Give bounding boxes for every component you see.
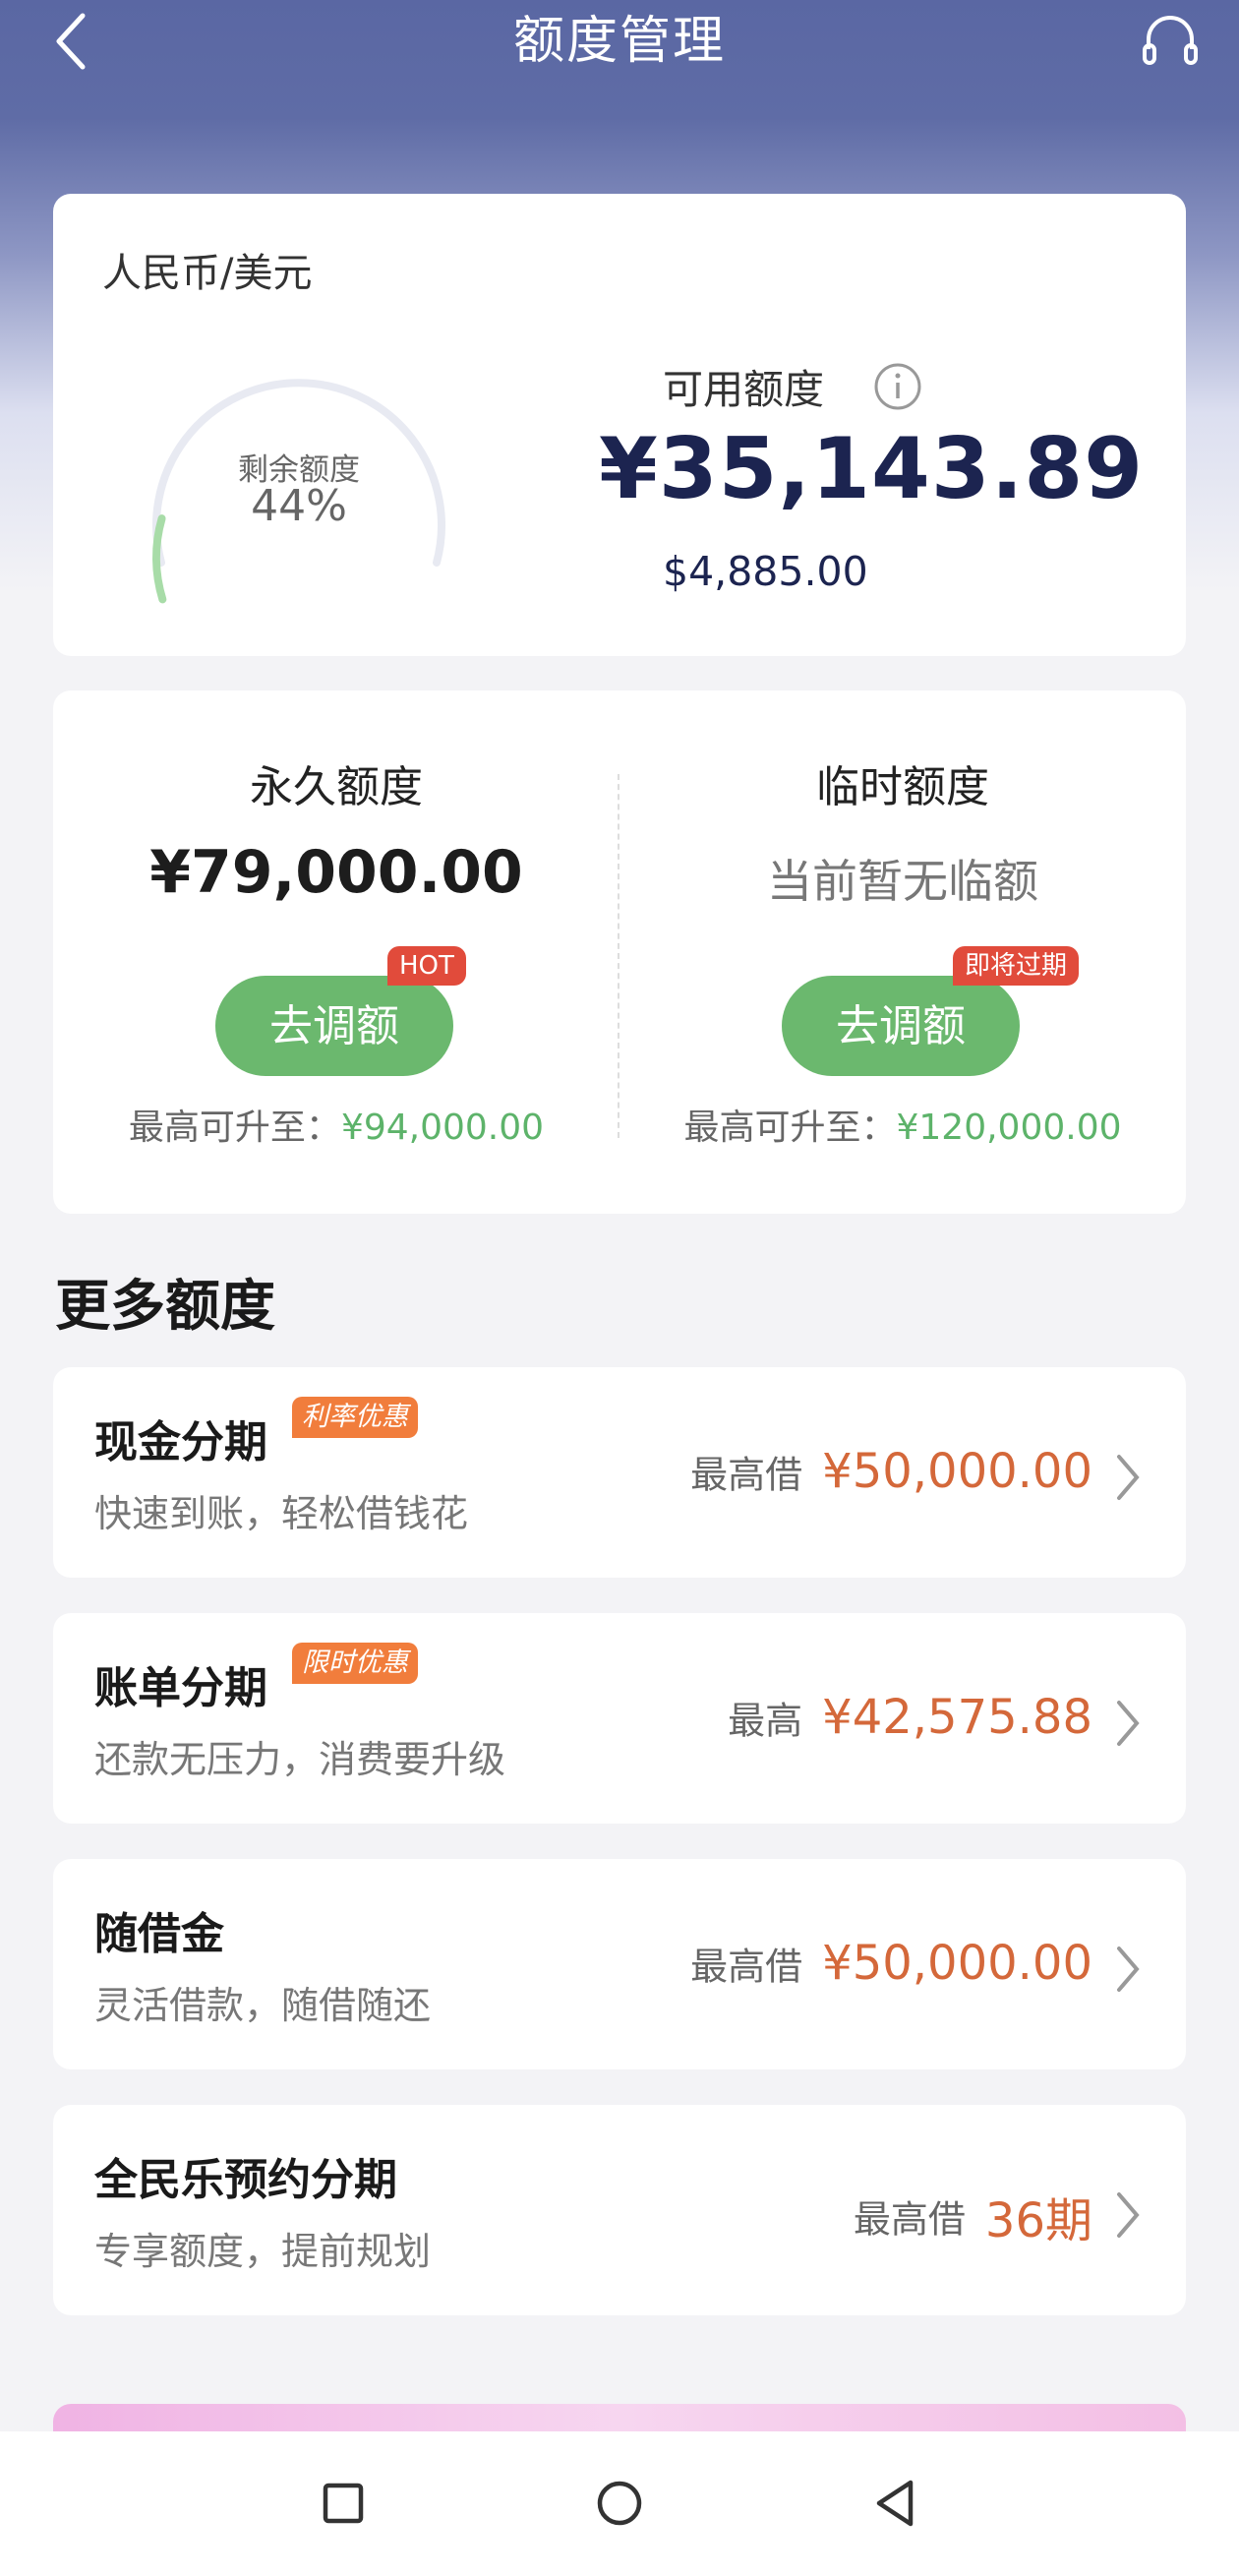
- adjust-permanent-button[interactable]: 去调额: [215, 976, 453, 1076]
- item-limit: 最高借 ¥50,000.00: [690, 1444, 1092, 1499]
- list-item-flexible-loan[interactable]: 随借金 灵活借款，随借随还 最高借 ¥50,000.00: [53, 1859, 1186, 2069]
- headset-icon[interactable]: [1139, 10, 1202, 73]
- permanent-quota-section: 永久额度 ¥79,000.00 去调额 HOT 最高可升至：¥94,000.00: [53, 690, 620, 1214]
- home-icon[interactable]: [585, 2469, 654, 2538]
- item-limit-prefix: 最高借: [853, 2197, 966, 2242]
- item-limit: 最高借 36期: [854, 2182, 1092, 2250]
- item-limit-amount: 36期: [984, 2193, 1092, 2248]
- adjust-temporary-button[interactable]: 去调额: [782, 976, 1020, 1076]
- quota-card: 永久额度 ¥79,000.00 去调额 HOT 最高可升至：¥94,000.00…: [53, 690, 1186, 1214]
- max-prefix: 最高可升至：: [683, 1108, 897, 1148]
- item-desc: 专享额度，提前规划: [94, 2230, 432, 2273]
- more-quota-title: 更多额度: [55, 1275, 275, 1339]
- system-nav-bar: [0, 2431, 1239, 2576]
- item-limit-prefix: 最高借: [690, 1945, 803, 1989]
- temporary-max-value: ¥120,000.00: [896, 1108, 1122, 1148]
- chevron-right-icon: [1117, 1701, 1140, 1746]
- item-name: 账单分期: [94, 1663, 267, 1713]
- item-name: 全民乐预约分期: [94, 2155, 397, 2205]
- item-limit: 最高借 ¥50,000.00: [690, 1936, 1092, 1991]
- back-triangle-icon[interactable]: [861, 2469, 930, 2538]
- item-desc: 灵活借款，随借随还: [94, 1984, 432, 2027]
- max-prefix: 最高可升至：: [128, 1108, 341, 1148]
- temporary-max-line: 最高可升至：¥120,000.00: [620, 1099, 1186, 1150]
- chevron-right-icon: [1117, 1947, 1140, 1992]
- list-item-cash-installment[interactable]: 现金分期 利率优惠 快速到账，轻松借钱花 最高借 ¥50,000.00: [53, 1367, 1186, 1578]
- item-limit-prefix: 最高: [728, 1699, 803, 1743]
- item-name: 现金分期: [94, 1417, 267, 1468]
- temporary-quota-section: 临时额度 当前暂无临额 去调额 最高可升至：¥120,000.00: [620, 690, 1186, 1214]
- temporary-quota-value: 当前暂无临额: [767, 855, 1038, 908]
- gauge-percent: 44%: [251, 481, 347, 531]
- permanent-quota-title: 永久额度: [250, 762, 423, 812]
- available-amount-cny: ¥35,143.89: [599, 420, 1145, 518]
- chevron-right-icon: [1117, 2192, 1140, 2238]
- item-desc: 还款无压力，消费要升级: [94, 1738, 506, 1781]
- top-bar: 额度管理: [0, 0, 1239, 89]
- recent-apps-icon[interactable]: [309, 2469, 378, 2538]
- page-title: 额度管理: [512, 12, 726, 71]
- available-credit-card: 人民币/美元 剩余额度 44% 可用额度 ¥35,143.89 $4,885.0…: [53, 194, 1186, 656]
- item-limit-amount: ¥42,575.88: [822, 1690, 1092, 1745]
- currency-label: 人民币/美元: [102, 251, 313, 296]
- available-amount-usd: $4,885.00: [663, 548, 868, 595]
- permanent-max-line: 最高可升至：¥94,000.00: [53, 1099, 620, 1150]
- item-tag: 利率优惠: [292, 1397, 418, 1438]
- expiring-badge: 即将过期: [953, 946, 1080, 986]
- permanent-max-value: ¥94,000.00: [340, 1108, 545, 1148]
- item-limit-amount: ¥50,000.00: [822, 1936, 1092, 1991]
- item-limit-prefix: 最高借: [690, 1453, 803, 1497]
- item-name: 随借金: [94, 1909, 224, 1959]
- list-item-bill-installment[interactable]: 账单分期 限时优惠 还款无压力，消费要升级 最高 ¥42,575.88: [53, 1613, 1186, 1824]
- permanent-quota-value: ¥79,000.00: [149, 838, 523, 907]
- hot-badge: HOT: [387, 946, 466, 986]
- info-icon[interactable]: [872, 361, 923, 412]
- available-label: 可用额度: [663, 366, 824, 413]
- list-item-reserved-installment[interactable]: 全民乐预约分期 专享额度，提前规划 最高借 36期: [53, 2105, 1186, 2315]
- temporary-quota-title: 临时额度: [816, 762, 989, 812]
- item-limit: 最高 ¥42,575.88: [728, 1690, 1092, 1745]
- chevron-right-icon: [1117, 1455, 1140, 1500]
- item-limit-amount: ¥50,000.00: [822, 1444, 1092, 1499]
- item-tag: 限时优惠: [292, 1643, 418, 1684]
- item-desc: 快速到账，轻松借钱花: [94, 1492, 469, 1535]
